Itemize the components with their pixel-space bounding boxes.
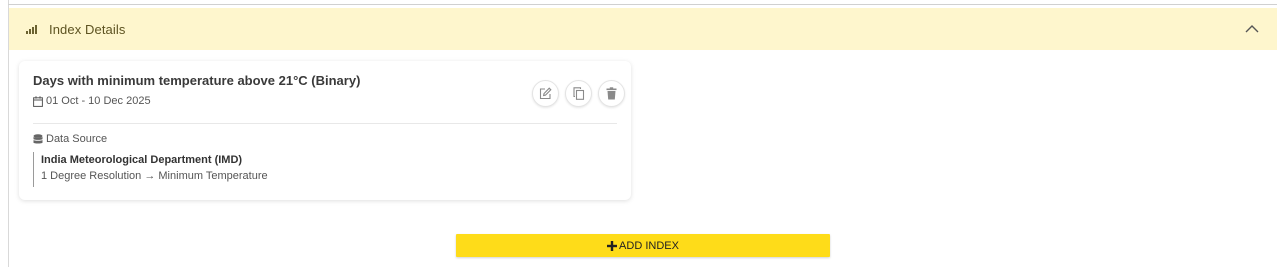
top-divider	[8, 4, 1277, 5]
add-index-label: ADD INDEX	[619, 239, 679, 252]
trash-icon	[606, 87, 617, 100]
edit-icon	[539, 87, 552, 100]
card-divider	[33, 123, 617, 124]
data-source-block: India Meteorological Department (IMD) 1 …	[33, 152, 268, 187]
index-title: Days with minimum temperature above 21°C…	[33, 73, 361, 88]
calendar-icon	[33, 95, 43, 107]
source-name: India Meteorological Department (IMD)	[41, 154, 243, 166]
copy-icon	[572, 87, 584, 100]
date-range: 01 Oct - 10 Dec 2025	[46, 95, 151, 107]
edit-button[interactable]	[532, 80, 559, 107]
delete-button[interactable]	[598, 80, 625, 107]
source-detail: 1 Degree Resolution → Minimum Temperatur…	[41, 170, 268, 182]
data-source-label: Data Source	[33, 133, 107, 145]
add-index-button[interactable]: ADD INDEX	[456, 234, 830, 257]
bar-chart-icon	[26, 24, 38, 34]
database-icon	[33, 133, 43, 143]
section-title: Index Details	[49, 21, 126, 37]
index-details-header[interactable]: Index Details	[9, 8, 1277, 50]
copy-button[interactable]	[565, 80, 592, 107]
data-source-text: Data Source	[46, 133, 108, 145]
index-card: Days with minimum temperature above 21°C…	[19, 61, 631, 200]
card-actions	[532, 80, 625, 107]
plus-icon	[607, 240, 618, 251]
chevron-up-icon[interactable]	[1245, 22, 1259, 36]
page: Index Details Days with minimum temperat…	[0, 0, 1277, 267]
index-date: 01 Oct - 10 Dec 2025	[33, 95, 151, 107]
